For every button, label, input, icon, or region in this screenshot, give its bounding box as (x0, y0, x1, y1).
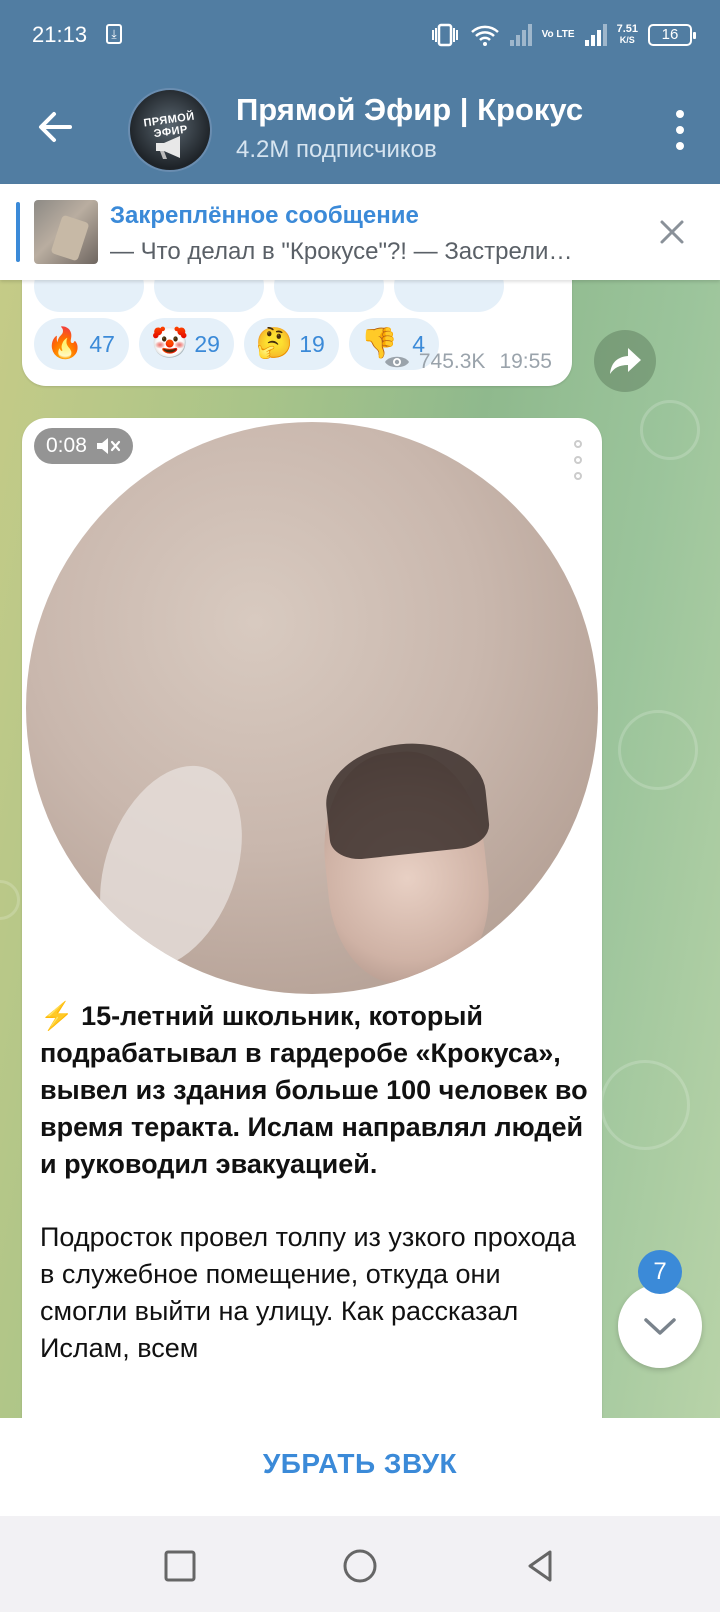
status-time: 21:13 (32, 22, 88, 47)
message-paragraph: Подросток провел толпу из узкого прохода… (40, 1222, 576, 1363)
channel-title[interactable]: Прямой Эфир | Крокус (236, 92, 583, 128)
unmute-button[interactable]: УБРАТЬ ЗВУК (263, 1448, 457, 1480)
share-button[interactable] (594, 330, 656, 392)
reaction-chip[interactable] (274, 280, 384, 312)
message-bubble[interactable]: 🔥 47 🤡 29 🤔 19 👎 4 745.3K 19:55 (22, 280, 572, 386)
subscriber-count: 4.2M подписчиков (236, 136, 437, 163)
network-speed-value: 7.51 (616, 23, 638, 35)
signal-strength-2-icon (584, 24, 607, 46)
status-indicators: Vo LTE 7.51 K/S 16 (430, 20, 696, 50)
wallpaper-doodle (0, 880, 20, 920)
wallpaper-doodle (600, 1060, 690, 1150)
round-video[interactable] (26, 422, 598, 994)
clown-icon: 🤡 (150, 327, 189, 360)
reactions-row-partial (34, 280, 504, 312)
fire-icon: 🔥 (46, 327, 84, 360)
pinned-message-bar[interactable]: Закреплённое сообщение — Что делал в "Кр… (0, 184, 720, 280)
chevron-down-icon (644, 1318, 676, 1335)
close-icon (660, 220, 684, 244)
volte-badge: Vo LTE (541, 29, 575, 40)
thinking-face-icon: 🤔 (255, 327, 294, 360)
wallpaper-doodle (640, 400, 700, 460)
circle-icon (343, 1549, 377, 1583)
network-speed: 7.51 K/S (617, 24, 638, 46)
megaphone-icon (156, 136, 180, 159)
chat-area[interactable]: 🔥 47 🤡 29 🤔 19 👎 4 745.3K 19:55 0:08 ⚡️ 15-л… (0, 280, 720, 1418)
channel-avatar[interactable]: ПРЯМОЙ ЭФИР (128, 88, 212, 172)
pinned-indicator (16, 202, 20, 262)
video-menu-button[interactable] (574, 440, 584, 480)
reaction-fire[interactable]: 🔥 47 (34, 318, 129, 370)
pinned-thumbnail (34, 200, 98, 264)
more-options-button[interactable] (674, 110, 686, 150)
message-text: ⚡️ 15-летний школьник, который подрабаты… (40, 998, 588, 1367)
pinned-preview-text: — Что делал в "Крокусе"?! — Застрели… (110, 238, 573, 265)
message-time: 19:55 (499, 350, 552, 373)
video-message-bubble[interactable]: 0:08 ⚡️ 15-летний школьник, который подр… (22, 418, 602, 1418)
vibrate-icon (431, 23, 458, 47)
close-pinned-button[interactable] (652, 212, 692, 252)
status-bar: 21:13 ⤓ Vo LTE 7.51 K/S 16 (0, 0, 720, 72)
wallpaper-doodle (618, 710, 698, 790)
video-frame-hair (320, 735, 492, 863)
download-icon: ⤓ (106, 24, 122, 44)
eye-icon (384, 356, 409, 368)
scroll-down-button[interactable] (618, 1284, 702, 1368)
reaction-thinking[interactable]: 🤔 19 (243, 318, 339, 370)
pinned-title: Закреплённое сообщение (110, 202, 419, 229)
video-duration-badge[interactable]: 0:08 (34, 428, 133, 464)
reaction-chip[interactable] (154, 280, 264, 312)
back-nav-button[interactable] (518, 1544, 562, 1588)
reaction-count: 47 (89, 330, 115, 357)
reaction-clown[interactable]: 🤡 29 (138, 318, 234, 370)
wifi-icon (470, 25, 499, 46)
system-nav-bar (0, 1516, 720, 1612)
muted-speaker-icon (96, 438, 120, 454)
view-count: 745.3K (418, 350, 486, 373)
message-bold-paragraph: ⚡️ 15-летний школьник, который подрабаты… (40, 1001, 588, 1179)
reactions-row: 🔥 47 🤡 29 🤔 19 👎 4 (34, 318, 440, 370)
message-meta: 745.3K 19:55 (383, 350, 552, 374)
triangle-back-icon (528, 1550, 552, 1582)
home-button[interactable] (338, 1544, 382, 1588)
video-frame-hand (74, 746, 268, 988)
signal-strength-1-icon (509, 24, 532, 46)
reaction-count: 19 (299, 330, 325, 357)
unread-count-badge: 7 (638, 1250, 682, 1294)
reaction-chip[interactable] (34, 280, 144, 312)
bottom-action-bar: УБРАТЬ ЗВУК (0, 1418, 720, 1516)
recents-button[interactable] (158, 1544, 202, 1588)
square-icon (164, 1550, 196, 1582)
chat-header: ПРЯМОЙ ЭФИР Прямой Эфир | Крокус 4.2M по… (0, 72, 720, 184)
share-arrow-icon (610, 348, 641, 374)
battery-indicator: 16 (648, 24, 696, 46)
network-speed-unit: K/S (619, 35, 635, 45)
reaction-count: 29 (194, 330, 220, 357)
back-button[interactable] (30, 102, 80, 152)
reaction-chip[interactable] (394, 280, 504, 312)
arrow-left-icon (39, 112, 72, 142)
video-duration: 0:08 (46, 434, 87, 457)
